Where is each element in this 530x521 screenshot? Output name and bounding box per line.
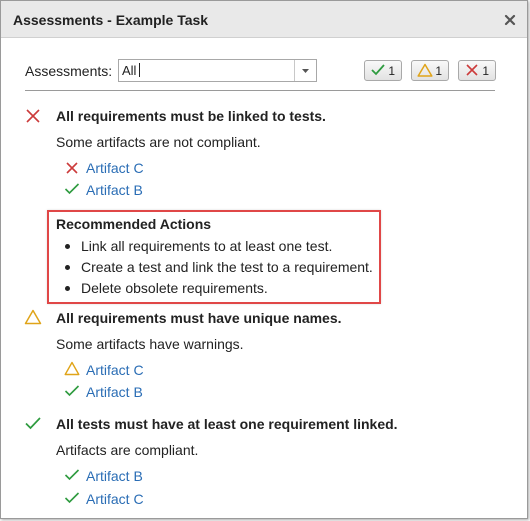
x-icon — [26, 109, 40, 123]
artifact-link[interactable]: Artifact C — [86, 362, 144, 378]
recommended-actions-box: Recommended Actions Link all requirement… — [47, 210, 381, 304]
assessment-description: Artifacts are compliant. — [56, 442, 199, 458]
assessment-description: Some artifacts are not compliant. — [56, 134, 261, 150]
list-item: Delete obsolete requirements. — [56, 280, 373, 301]
artifact-link[interactable]: Artifact C — [86, 491, 144, 507]
check-icon — [371, 64, 385, 76]
warning-count: 1 — [435, 64, 442, 78]
check-icon — [64, 469, 80, 481]
separator — [25, 90, 495, 91]
recommended-actions-title: Recommended Actions — [56, 216, 212, 232]
assessment-title: All requirements must have unique names. — [56, 310, 342, 326]
assessments-dialog: Assessments - Example Task Assessments: … — [0, 0, 528, 519]
check-icon — [64, 183, 80, 195]
chevron-down-icon — [302, 69, 309, 73]
assessments-filter-combobox[interactable]: All — [118, 59, 317, 82]
pass-count-button[interactable]: 1 — [364, 60, 402, 81]
artifact-link[interactable]: Artifact B — [86, 182, 143, 198]
filter-label: Assessments: — [25, 63, 113, 79]
dialog-title: Assessments - Example Task — [13, 12, 209, 28]
pass-count: 1 — [388, 64, 395, 78]
assessment-title: All tests must have at least one require… — [56, 416, 398, 432]
warning-triangle-icon — [24, 309, 42, 325]
artifact-link[interactable]: Artifact B — [86, 468, 143, 484]
check-icon — [25, 417, 41, 430]
list-item: Link all requirements to at least one te… — [56, 238, 373, 259]
recommended-actions-list: Link all requirements to at least one te… — [56, 238, 373, 301]
x-icon — [66, 162, 78, 174]
warning-triangle-icon — [417, 63, 433, 77]
x-icon — [466, 64, 478, 76]
assessment-description: Some artifacts have warnings. — [56, 336, 244, 352]
artifact-link[interactable]: Artifact C — [86, 160, 144, 176]
check-icon — [64, 492, 80, 504]
fail-count-button[interactable]: 1 — [458, 60, 496, 81]
check-icon — [64, 385, 80, 397]
warning-count-button[interactable]: 1 — [411, 60, 449, 81]
filter-row: Assessments: All 1 1 1 — [25, 59, 500, 83]
assessments-filter-input[interactable]: All — [122, 63, 136, 78]
fail-count: 1 — [482, 64, 489, 78]
dropdown-button[interactable] — [294, 60, 316, 81]
text-cursor — [139, 63, 140, 77]
title-bar: Assessments - Example Task — [1, 1, 527, 38]
artifact-link[interactable]: Artifact B — [86, 384, 143, 400]
warning-triangle-icon — [64, 361, 80, 376]
close-icon[interactable] — [503, 13, 517, 27]
list-item: Create a test and link the test to a req… — [56, 259, 373, 280]
assessment-title: All requirements must be linked to tests… — [56, 108, 326, 124]
